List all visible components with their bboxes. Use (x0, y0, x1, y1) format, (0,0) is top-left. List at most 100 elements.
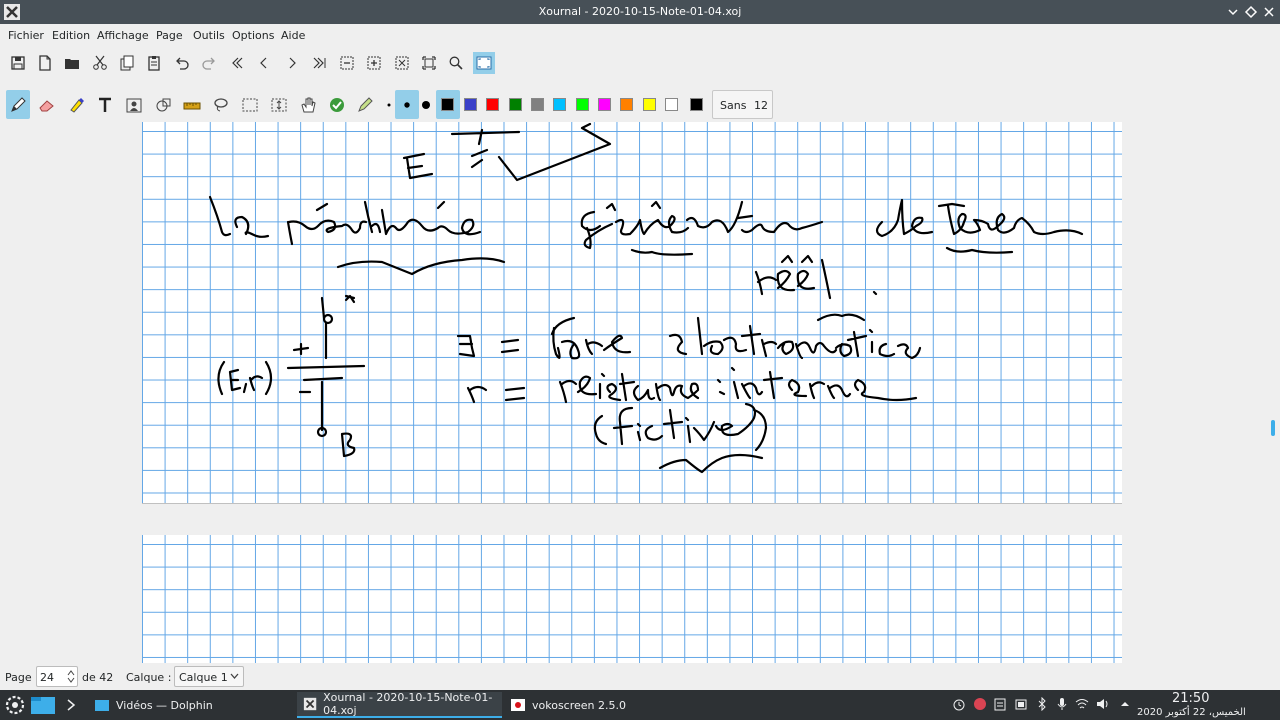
hand-tool-icon[interactable] (296, 90, 320, 119)
task-xournal[interactable]: Xournal - 2020-10-15-Note-01-04.xoj (297, 691, 502, 718)
color-swatch-2[interactable] (486, 98, 499, 111)
font-size: 12 (754, 99, 768, 112)
menu-outils[interactable]: Outils (193, 29, 225, 42)
page-number-input[interactable]: 24 (36, 666, 78, 687)
page-count: de 42 (82, 671, 114, 684)
image-tool-icon[interactable] (122, 90, 146, 119)
title-bar: Xournal - 2020-10-15-Note-01-04.xoj (0, 0, 1280, 24)
paste-icon[interactable] (143, 52, 165, 74)
ruler-tool-icon[interactable] (180, 90, 204, 119)
alarm-icon[interactable] (952, 697, 966, 711)
copy-icon[interactable] (116, 52, 138, 74)
volume-icon[interactable] (1096, 697, 1110, 711)
layer-label: Calque : (126, 671, 172, 684)
taskbar: Vidéos — Dolphin Xournal - 2020-10-15-No… (0, 690, 1280, 720)
konsole-launcher-icon[interactable] (64, 696, 80, 714)
wifi-icon[interactable] (1075, 697, 1089, 711)
spin-arrows-icon[interactable] (67, 669, 75, 684)
dolphin-launcher-icon[interactable] (30, 694, 56, 716)
cut-icon[interactable] (89, 52, 111, 74)
color-swatch-6[interactable] (576, 98, 589, 111)
menu-options[interactable]: Options (232, 29, 274, 42)
fullscreen-icon[interactable] (473, 52, 495, 74)
previous-page-icon[interactable] (253, 52, 275, 74)
page-label: Page (5, 671, 32, 684)
vertical-scrollbar[interactable] (1268, 122, 1280, 663)
redo-icon[interactable] (198, 52, 220, 74)
tools-toolbar (0, 90, 1280, 120)
highlighter-tool-icon[interactable] (64, 90, 88, 119)
menu-aide[interactable]: Aide (281, 29, 305, 42)
menu-fichier[interactable]: Fichier (8, 29, 44, 42)
thickness-thick-icon[interactable] (414, 90, 438, 119)
scrollbar-thumb[interactable] (1271, 420, 1275, 436)
chevron-up-icon[interactable] (1118, 697, 1132, 711)
color-swatch-7[interactable] (598, 98, 611, 111)
chevron-down-icon (230, 673, 239, 679)
open-folder-icon[interactable] (61, 52, 83, 74)
status-bar: Page 24 de 42 Calque : Calque 1 (0, 663, 1280, 690)
vertical-space-icon[interactable] (267, 90, 291, 119)
task-vokoscreen[interactable]: vokoscreen 2.5.0 (504, 692, 709, 718)
close-icon[interactable] (1260, 3, 1278, 21)
color-swatch-5[interactable] (553, 98, 566, 111)
record-icon[interactable] (973, 697, 987, 711)
clock-time[interactable]: 21:50 (1172, 691, 1209, 706)
save-icon[interactable] (7, 52, 29, 74)
next-page-icon[interactable] (281, 52, 303, 74)
microphone-icon[interactable] (1055, 697, 1069, 711)
font-button[interactable]: Sans 12 (712, 90, 773, 119)
shape-recognizer-icon[interactable] (151, 90, 175, 119)
new-document-icon[interactable] (34, 52, 56, 74)
app-launcher-icon[interactable] (4, 694, 26, 716)
first-page-icon[interactable] (226, 52, 248, 74)
page-next[interactable] (142, 535, 1122, 663)
color-swatch-8[interactable] (620, 98, 633, 111)
page-number-value: 24 (40, 671, 54, 684)
rect-select-icon[interactable] (238, 90, 262, 119)
color-swatch-1[interactable] (464, 98, 477, 111)
color-swatch-3[interactable] (509, 98, 522, 111)
drawing-canvas[interactable] (0, 122, 1268, 663)
eraser-tool-icon[interactable] (35, 90, 59, 119)
menu-page[interactable]: Page (156, 29, 183, 42)
task-dolphin[interactable]: Vidéos — Dolphin (88, 692, 293, 718)
pen-tool-icon[interactable] (6, 90, 30, 119)
zoom-search-icon[interactable] (445, 52, 467, 74)
color-swatch-10[interactable] (665, 98, 678, 111)
undo-icon[interactable] (171, 52, 193, 74)
layer-value: Calque 1 (179, 671, 228, 684)
color-pen-icon[interactable] (353, 90, 377, 119)
xournal-task-icon (303, 697, 317, 711)
page-current[interactable] (142, 122, 1122, 504)
lasso-select-icon[interactable] (209, 90, 233, 119)
clipboard-icon[interactable] (993, 697, 1007, 711)
clock-date[interactable]: الخميس، 22 أكتوبر 2020 (1137, 707, 1246, 718)
zoom-fit-icon[interactable] (391, 52, 413, 74)
last-page-icon[interactable] (308, 52, 330, 74)
menu-edition[interactable]: Edition (52, 29, 90, 42)
maximize-icon[interactable] (1242, 3, 1260, 21)
minimize-icon[interactable] (1224, 3, 1242, 21)
zoom-in-icon[interactable] (363, 52, 385, 74)
text-tool-icon[interactable] (93, 90, 117, 119)
vokoscreen-icon (511, 699, 525, 711)
window-title: Xournal - 2020-10-15-Note-01-04.xoj (538, 5, 742, 18)
default-pen-icon[interactable] (325, 90, 349, 119)
bluetooth-icon[interactable] (1035, 697, 1049, 711)
battery-icon[interactable] (1014, 697, 1028, 711)
menu-bar: Fichier Edition Affichage Page Outils Op… (0, 24, 1280, 46)
layer-select[interactable]: Calque 1 (174, 666, 244, 687)
zoom-out-icon[interactable] (336, 52, 358, 74)
color-swatch-9[interactable] (643, 98, 656, 111)
color-swatch-0[interactable] (441, 98, 454, 111)
menu-affichage[interactable]: Affichage (97, 29, 149, 42)
color-swatch-4[interactable] (531, 98, 544, 111)
page-width-icon[interactable] (418, 52, 440, 74)
folder-icon (95, 700, 109, 711)
color-swatch-11[interactable] (690, 98, 703, 111)
task-vokoscreen-label: vokoscreen 2.5.0 (532, 698, 626, 712)
task-dolphin-label: Vidéos — Dolphin (116, 698, 213, 712)
font-name: Sans (720, 99, 747, 112)
handwritten-ink (208, 122, 1084, 474)
